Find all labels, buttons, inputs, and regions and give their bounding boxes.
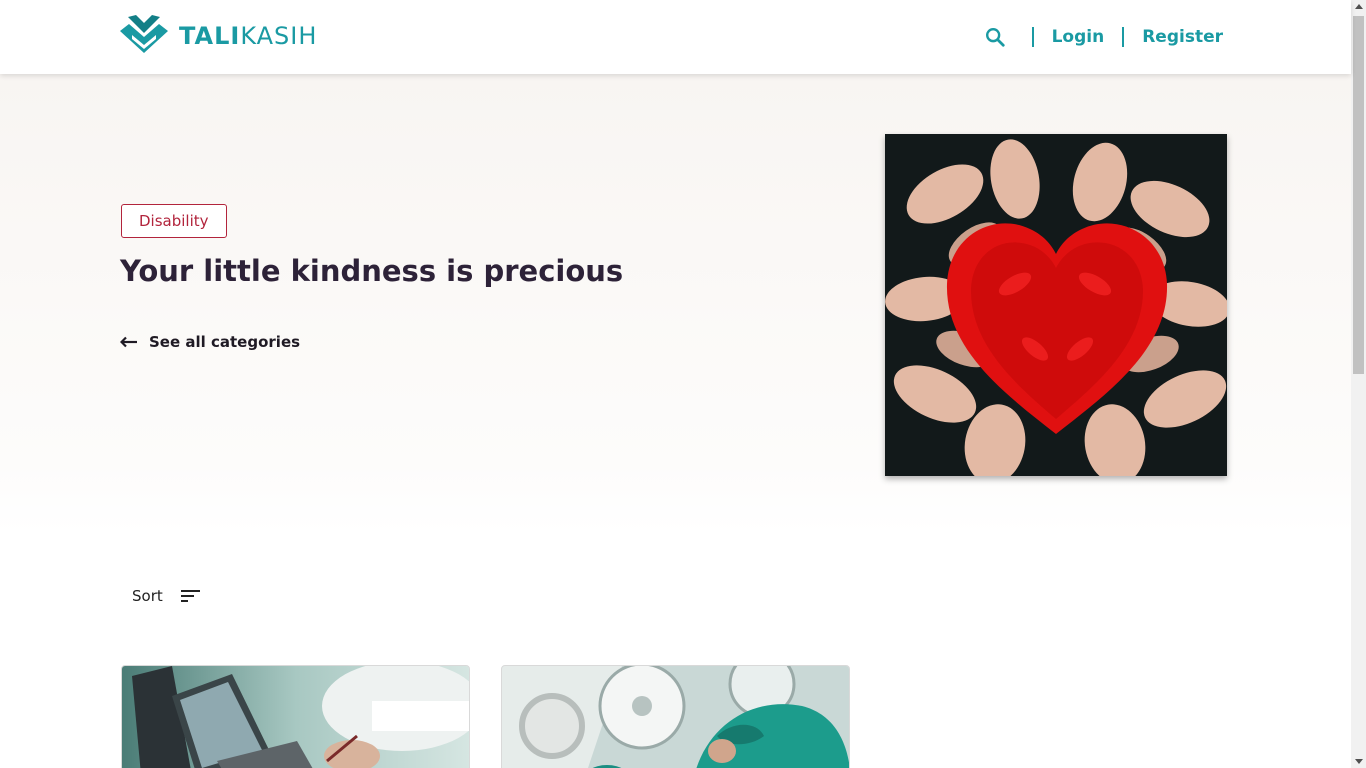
scroll-thumb[interactable] xyxy=(1353,16,1364,374)
hands-heart-illustration xyxy=(885,134,1227,476)
campaign-card[interactable] xyxy=(501,665,850,768)
nav-divider xyxy=(1122,27,1125,47)
hero-section: Disability Your little kindness is preci… xyxy=(0,74,1351,534)
sort-label: Sort xyxy=(132,587,163,605)
sort-control[interactable]: Sort xyxy=(132,587,201,605)
brand-name-light: KASIH xyxy=(240,22,318,50)
register-link[interactable]: Register xyxy=(1142,27,1223,47)
see-all-categories-link[interactable]: See all categories xyxy=(120,333,300,351)
page-scrollbar[interactable] xyxy=(1351,0,1366,768)
sort-icon xyxy=(180,590,200,602)
see-all-label: See all categories xyxy=(149,333,301,351)
brand-name: TALIKASIH xyxy=(179,22,317,50)
card-image xyxy=(122,666,469,768)
campaign-card[interactable] xyxy=(121,665,470,768)
category-badge[interactable]: Disability xyxy=(121,204,227,238)
hero-title: Your little kindness is precious xyxy=(120,254,624,288)
scroll-down-arrow-icon[interactable] xyxy=(1355,759,1363,764)
logo[interactable]: TALIKASIH xyxy=(120,15,317,57)
scroll-up-arrow-icon[interactable] xyxy=(1355,4,1363,9)
top-nav: Login Register xyxy=(984,22,1223,52)
login-link[interactable]: Login xyxy=(1052,27,1105,47)
arrow-left-icon xyxy=(120,336,137,348)
card-image xyxy=(502,666,849,768)
search-icon[interactable] xyxy=(984,26,1006,48)
header: TALIKASIH Login Register xyxy=(0,0,1351,74)
hero-image xyxy=(885,134,1227,476)
brand-name-bold: TALI xyxy=(179,22,241,50)
nav-divider xyxy=(1031,27,1034,47)
talikasih-logo-icon xyxy=(120,15,168,53)
